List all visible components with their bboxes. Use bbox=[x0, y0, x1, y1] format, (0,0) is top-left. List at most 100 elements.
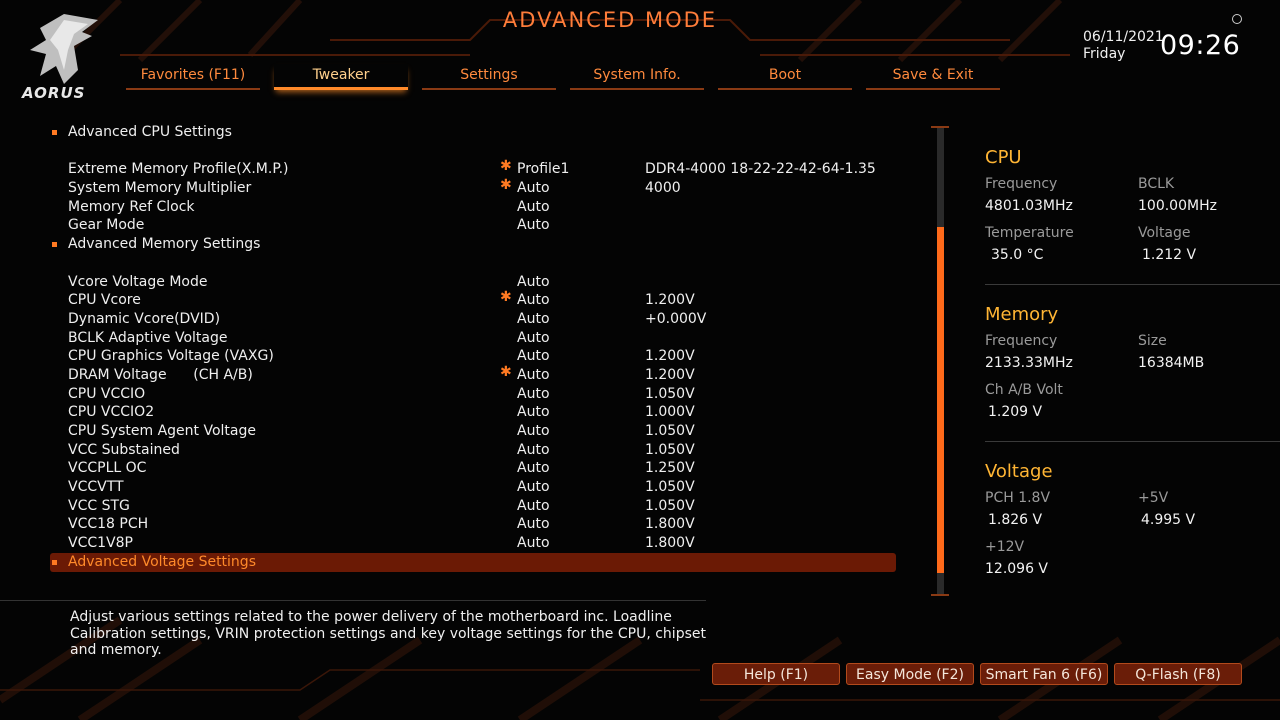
setting-value[interactable]: Auto bbox=[517, 422, 550, 441]
q-flash-button[interactable]: Q-Flash (F8) bbox=[1114, 663, 1242, 685]
memory-frequency-value: 2133.33MHz bbox=[985, 355, 1073, 371]
scrollbar-thumb[interactable] bbox=[937, 227, 944, 573]
setting-label: Vcore Voltage Mode bbox=[68, 273, 208, 290]
setting-value[interactable]: Auto bbox=[517, 179, 550, 198]
setting-row[interactable]: Vcore Voltage Mode Auto bbox=[50, 273, 896, 292]
setting-row[interactable]: VCCVTT Auto 1.050V bbox=[50, 478, 896, 497]
setting-row[interactable]: VCC1V8P Auto 1.800V bbox=[50, 534, 896, 553]
setting-value[interactable]: Auto bbox=[517, 515, 550, 534]
setting-row[interactable]: VCC STG Auto 1.050V bbox=[50, 497, 896, 516]
setting-value[interactable]: Auto bbox=[517, 459, 550, 478]
eagle-icon bbox=[30, 14, 98, 84]
setting-label: Advanced Voltage Settings bbox=[68, 553, 256, 570]
tab-save-exit[interactable]: Save & Exit bbox=[866, 64, 1000, 90]
submenu-item[interactable]: Advanced CPU Settings bbox=[50, 123, 896, 142]
voltage-5v: +5V 4.995 V bbox=[1138, 490, 1195, 528]
setting-label: Gear Mode bbox=[68, 217, 145, 234]
setting-value[interactable]: Auto bbox=[517, 403, 550, 422]
setting-current-value: 1.800V bbox=[645, 535, 695, 552]
setting-label: CPU System Agent Voltage bbox=[68, 423, 256, 439]
setting-row[interactable]: CPU VCCIO Auto 1.050V bbox=[50, 385, 896, 404]
setting-value[interactable]: Auto bbox=[517, 478, 550, 497]
modified-star-icon: ✱ bbox=[500, 289, 512, 306]
setting-label: CPU VCCIO bbox=[68, 385, 146, 402]
setting-value[interactable]: Profile1 bbox=[517, 160, 569, 179]
setting-value[interactable]: Auto bbox=[517, 534, 550, 553]
tab-bar: Favorites (F11) Tweaker Settings System … bbox=[126, 64, 1014, 90]
setting-value[interactable]: Auto bbox=[517, 347, 550, 366]
voltage-12v: +12V 12.096 V bbox=[985, 539, 1048, 577]
setting-row[interactable]: BCLK Adaptive Voltage Auto bbox=[50, 329, 896, 348]
setting-label: VCCPLL OC bbox=[68, 460, 147, 477]
setting-row[interactable]: Dynamic Vcore(DVID) Auto +0.000V bbox=[50, 310, 896, 329]
setting-current-value: 1.050V bbox=[645, 497, 695, 514]
setting-value[interactable]: Auto bbox=[517, 216, 550, 235]
settings-list: Advanced CPU Settings Extreme Memory Prof… bbox=[50, 123, 896, 572]
setting-value[interactable]: Auto bbox=[517, 329, 550, 348]
memory-chab-label: Ch A/B Volt bbox=[985, 382, 1063, 398]
setting-row[interactable]: CPU Graphics Voltage (VAXG) Auto 1.200V bbox=[50, 347, 896, 366]
help-description: Adjust various settings related to the p… bbox=[70, 609, 706, 658]
setting-label: Memory Ref Clock bbox=[68, 198, 195, 215]
memory-chab-value: 1.209 V bbox=[988, 404, 1043, 420]
submenu-bullet-icon bbox=[52, 242, 57, 248]
clock: 09:26 bbox=[1160, 30, 1241, 61]
memory-size-label: Size bbox=[1138, 333, 1167, 349]
setting-row[interactable]: VCC Substained Auto 1.050V bbox=[50, 441, 896, 460]
smart-fan-button[interactable]: Smart Fan 6 (F6) bbox=[980, 663, 1108, 685]
memory-panel-title: Memory bbox=[985, 304, 1059, 325]
setting-value[interactable]: Auto bbox=[517, 198, 550, 217]
setting-value[interactable]: Auto bbox=[517, 310, 550, 329]
setting-label: CPU Vcore bbox=[68, 292, 141, 309]
setting-row[interactable]: CPU System Agent Voltage Auto 1.050V bbox=[50, 422, 896, 441]
cpu-frequency: Frequency 4801.03MHz bbox=[985, 176, 1073, 214]
setting-row[interactable]: Gear Mode Auto bbox=[50, 216, 896, 235]
setting-label: Extreme Memory Profile(X.M.P.) bbox=[68, 161, 289, 178]
setting-value[interactable]: Auto bbox=[517, 441, 550, 460]
setting-current-value: 1.200V bbox=[645, 348, 695, 365]
cpu-voltage-value: 1.212 V bbox=[1142, 247, 1197, 263]
tab-boot[interactable]: Boot bbox=[718, 64, 852, 90]
setting-label: CPU Graphics Voltage (VAXG) bbox=[68, 348, 274, 365]
setting-value[interactable]: Auto bbox=[517, 497, 550, 516]
setting-value[interactable]: Auto bbox=[517, 385, 550, 404]
setting-row[interactable]: Memory Ref Clock Auto bbox=[50, 198, 896, 217]
voltage-12v-label: +12V bbox=[985, 539, 1025, 555]
submenu-item[interactable]: Advanced Memory Settings bbox=[50, 235, 896, 254]
setting-value[interactable]: Auto bbox=[517, 291, 550, 310]
setting-row[interactable]: System Memory Multiplier ✱ Auto 4000 bbox=[50, 177, 896, 198]
panel-divider bbox=[985, 441, 1280, 442]
setting-current-value: 4000 bbox=[645, 180, 681, 197]
settings-gear-icon[interactable] bbox=[1232, 14, 1242, 24]
setting-value[interactable]: Auto bbox=[517, 273, 550, 292]
cpu-bclk-value: 100.00MHz bbox=[1138, 198, 1217, 214]
setting-row[interactable]: VCC18 PCH Auto 1.800V bbox=[50, 515, 896, 534]
tab-system-info[interactable]: System Info. bbox=[570, 64, 704, 90]
setting-label: VCCVTT bbox=[68, 479, 124, 496]
day-text: Friday bbox=[1083, 46, 1126, 62]
setting-current-value: DDR4-4000 18-22-22-42-64-1.35 bbox=[645, 161, 876, 178]
setting-row[interactable]: VCCPLL OC Auto 1.250V bbox=[50, 459, 896, 478]
scrollbar-bottom-cap bbox=[931, 594, 949, 596]
voltage-5v-label: +5V bbox=[1138, 490, 1169, 506]
page-title: ADVANCED MODE bbox=[502, 8, 718, 32]
help-divider bbox=[0, 600, 706, 601]
setting-row[interactable]: CPU Vcore ✱ Auto 1.200V bbox=[50, 289, 896, 310]
setting-current-value: 1.050V bbox=[645, 441, 695, 458]
setting-row[interactable]: CPU VCCIO2 Auto 1.000V bbox=[50, 403, 896, 422]
setting-value[interactable]: Auto bbox=[517, 366, 550, 385]
help-button[interactable]: Help (F1) bbox=[712, 663, 840, 685]
easy-mode-button[interactable]: Easy Mode (F2) bbox=[846, 663, 974, 685]
setting-current-value: 1.800V bbox=[645, 516, 695, 533]
tab-settings[interactable]: Settings bbox=[422, 64, 556, 90]
setting-row[interactable]: Extreme Memory Profile(X.M.P.) ✱ Profile1 D… bbox=[50, 158, 896, 179]
tab-favorites[interactable]: Favorites (F11) bbox=[126, 64, 260, 90]
voltage-pch: PCH 1.8V 1.826 V bbox=[985, 490, 1050, 528]
tab-tweaker[interactable]: Tweaker bbox=[274, 64, 408, 90]
memory-chab-volt: Ch A/B Volt 1.209 V bbox=[985, 382, 1063, 420]
aorus-logo: AORUS bbox=[18, 10, 110, 102]
submenu-item[interactable]: Advanced Voltage Settings bbox=[50, 552, 896, 572]
cpu-temperature-value: 35.0 °C bbox=[991, 247, 1044, 263]
date-display: 06/11/2021 Friday bbox=[1083, 29, 1164, 63]
setting-row[interactable]: DRAM Voltage (CH A/B) ✱ Auto 1.200V bbox=[50, 364, 896, 385]
